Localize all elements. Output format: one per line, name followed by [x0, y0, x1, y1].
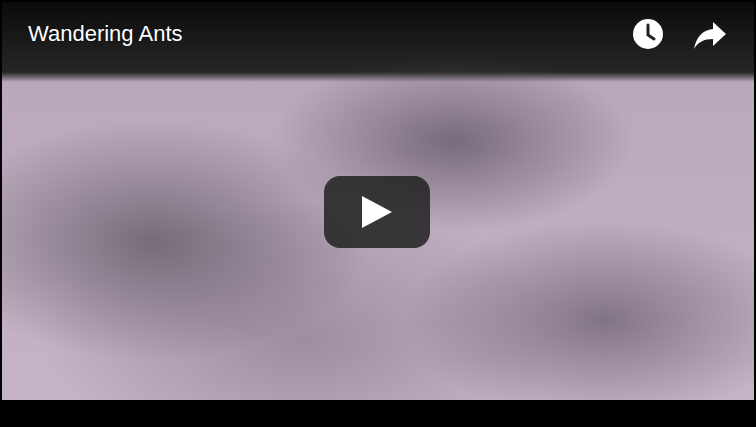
- watch-later-icon[interactable]: [630, 16, 666, 52]
- title-bar: Wandering Ants: [2, 16, 754, 52]
- video-player[interactable]: Wandering Ants: [0, 0, 756, 427]
- play-icon[interactable]: [360, 194, 394, 230]
- play-button[interactable]: [324, 176, 430, 248]
- video-title[interactable]: Wandering Ants: [28, 19, 604, 49]
- share-icon[interactable]: [692, 16, 728, 52]
